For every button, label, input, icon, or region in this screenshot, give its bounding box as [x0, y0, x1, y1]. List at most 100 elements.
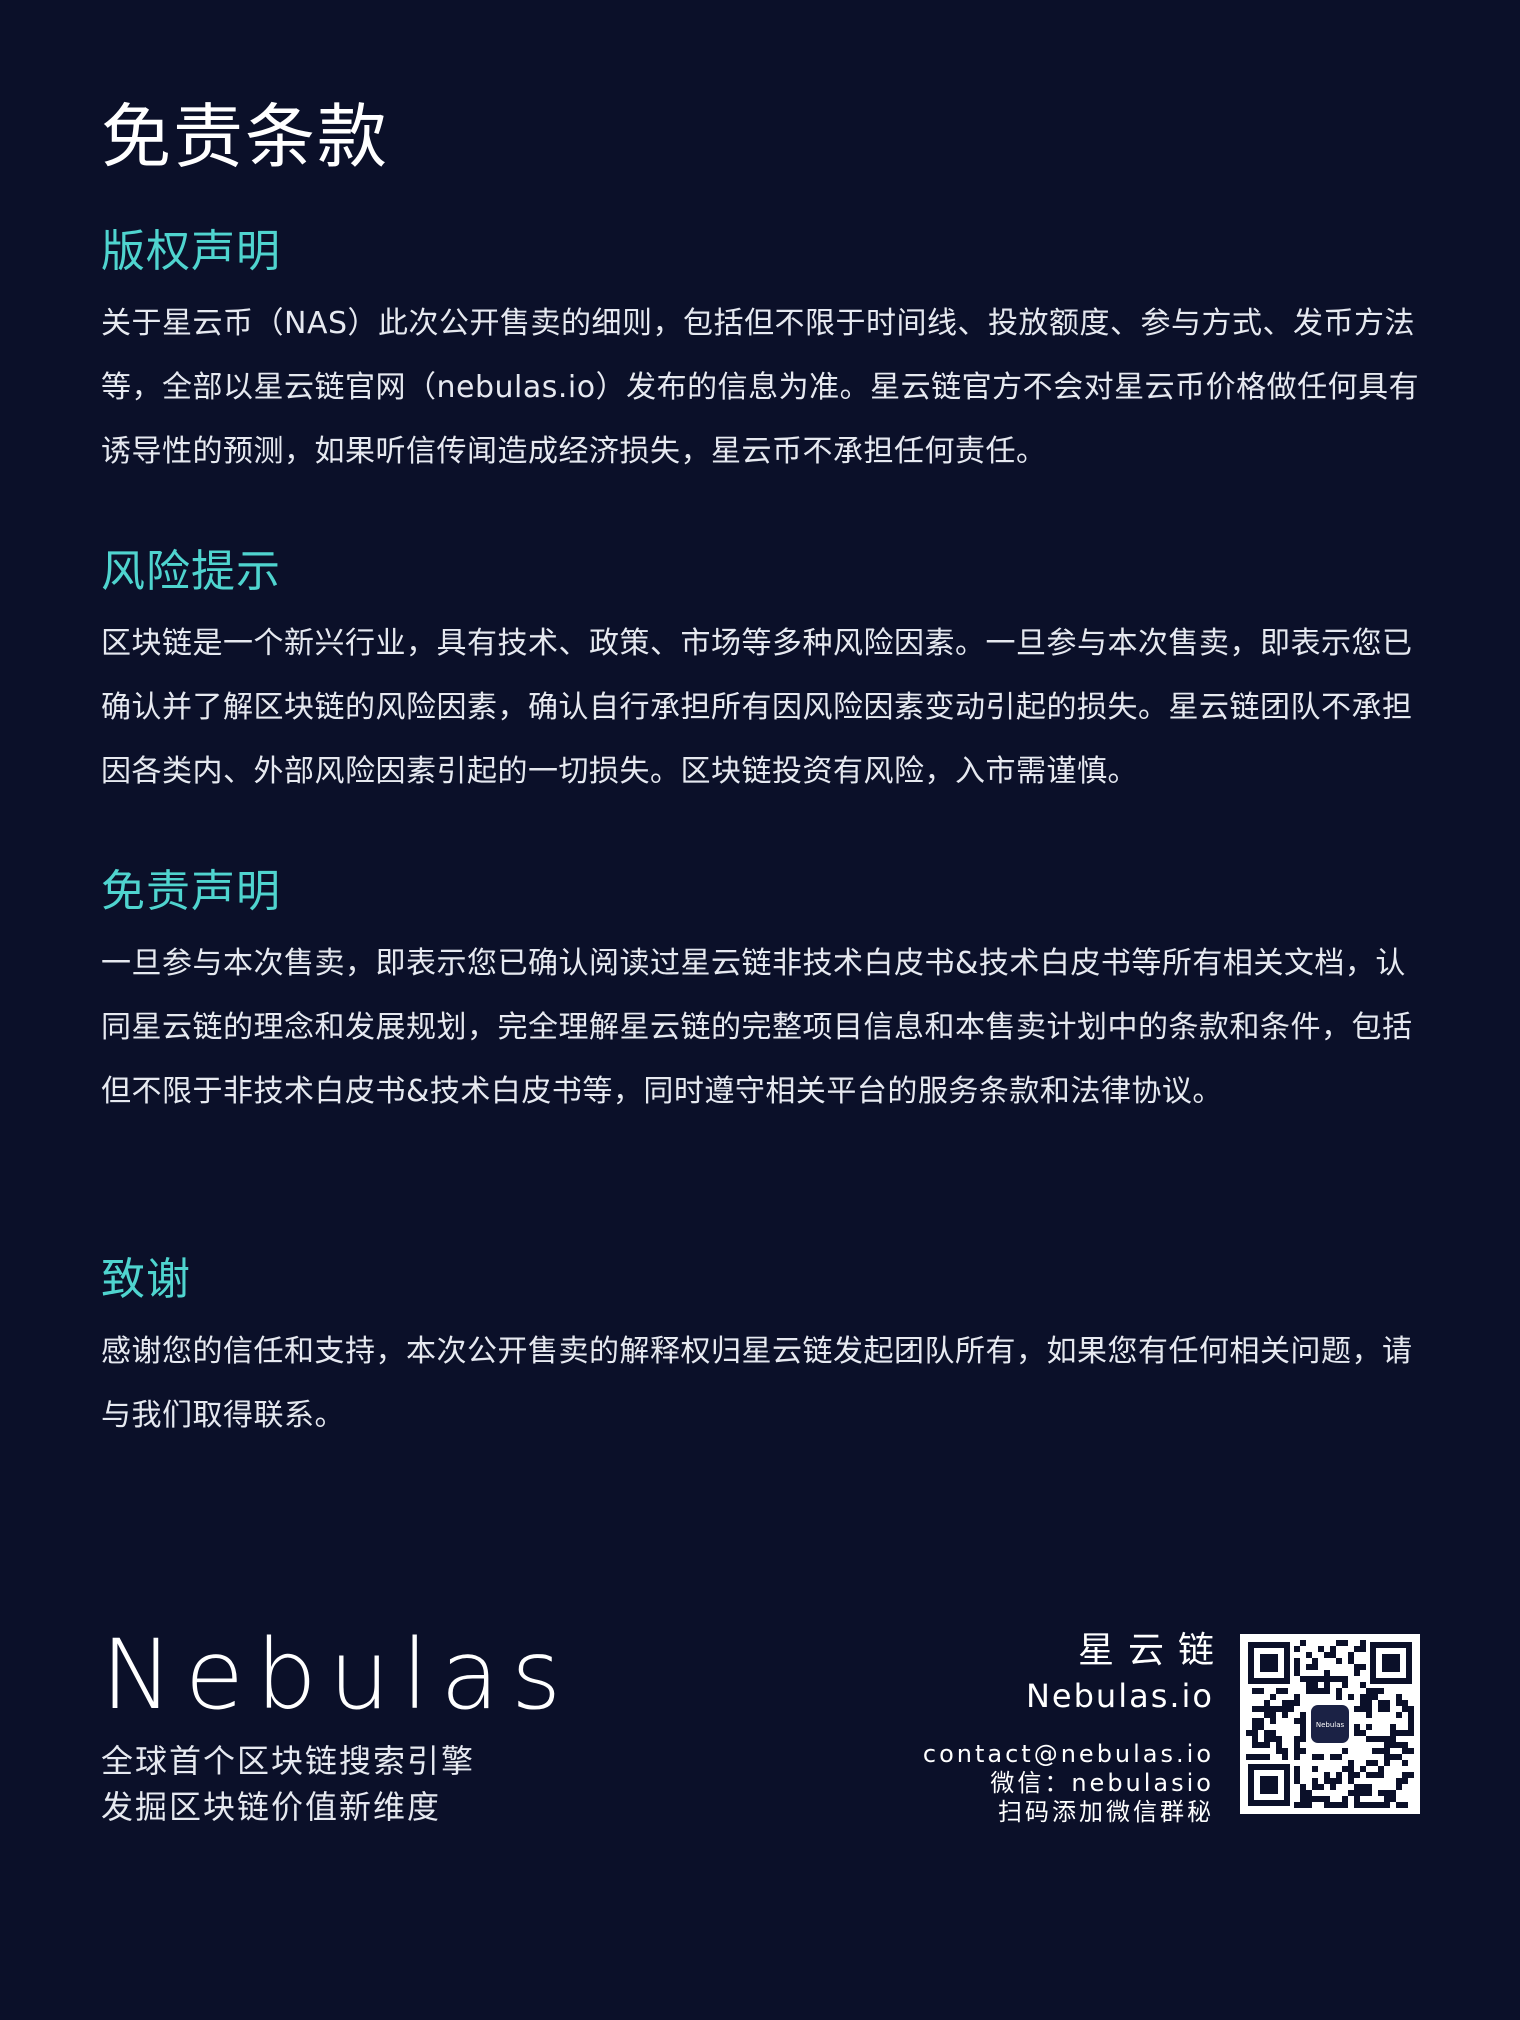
qr-module [1402, 1760, 1408, 1766]
qr-module [1300, 1640, 1306, 1646]
qr-module [1330, 1646, 1336, 1652]
qr-module [1312, 1796, 1318, 1802]
qr-module [1330, 1784, 1336, 1790]
qr-module [1258, 1718, 1264, 1724]
qr-module [1354, 1730, 1360, 1736]
qr-module [1402, 1772, 1408, 1778]
qr-code-icon[interactable]: Nebulas [1240, 1634, 1420, 1814]
qr-module [1300, 1730, 1306, 1736]
qr-module [1366, 1700, 1372, 1706]
qr-module [1378, 1688, 1384, 1694]
qr-module [1372, 1736, 1378, 1742]
qr-module [1294, 1742, 1300, 1748]
qr-module [1384, 1760, 1390, 1766]
qr-module [1294, 1754, 1300, 1760]
qr-module [1312, 1778, 1318, 1784]
section-body: 区块链是一个新兴行业，具有技术、政策、市场等多种风险因素。一旦参与本次售卖，即表… [101, 626, 1413, 789]
contact-wechat: 微信：nebulasio [990, 1769, 1214, 1797]
qr-module [1270, 1712, 1276, 1718]
qr-module [1366, 1712, 1372, 1718]
qr-module [1282, 1754, 1288, 1760]
qr-module [1390, 1790, 1396, 1796]
qr-module [1282, 1712, 1288, 1718]
qr-module [1354, 1664, 1360, 1670]
qr-module [1324, 1796, 1330, 1802]
qr-module [1306, 1802, 1312, 1808]
qr-module [1324, 1676, 1330, 1682]
qr-module [1318, 1646, 1324, 1652]
qr-module [1336, 1778, 1342, 1784]
qr-module [1396, 1802, 1402, 1808]
qr-module [1258, 1706, 1264, 1712]
qr-module [1330, 1802, 1336, 1808]
qr-module [1360, 1640, 1366, 1646]
qr-module [1300, 1718, 1306, 1724]
qr-module [1396, 1784, 1402, 1790]
qr-module [1360, 1790, 1366, 1796]
qr-module [1390, 1736, 1396, 1742]
brand-en-name: Nebulas.io [1025, 1677, 1214, 1715]
qr-module [1378, 1802, 1384, 1808]
qr-module [1360, 1694, 1366, 1700]
section-disclaimer: 免责声明 一旦参与本次售卖，即表示您已确认阅读过星云链非技术白皮书&技术白皮书等… [101, 862, 1421, 1124]
qr-module [1294, 1700, 1300, 1706]
qr-module [1270, 1694, 1276, 1700]
qr-module [1282, 1706, 1288, 1712]
qr-module [1348, 1658, 1354, 1664]
qr-module [1318, 1676, 1324, 1682]
qr-module [1354, 1772, 1360, 1778]
qr-module [1360, 1802, 1366, 1808]
qr-module [1264, 1730, 1270, 1736]
qr-module [1300, 1796, 1306, 1802]
qr-module [1354, 1706, 1360, 1712]
qr-module [1282, 1688, 1288, 1694]
qr-module [1360, 1706, 1366, 1712]
qr-module [1402, 1778, 1408, 1784]
qr-module [1276, 1706, 1282, 1712]
qr-center-label: Nebulas [1316, 1721, 1345, 1729]
qr-module [1396, 1730, 1402, 1736]
qr-module [1372, 1802, 1378, 1808]
qr-module [1408, 1712, 1414, 1718]
contact-email[interactable]: contact@nebulas.io [923, 1740, 1214, 1769]
qr-module [1324, 1670, 1330, 1676]
section-heading: 免责声明 [101, 866, 281, 917]
qr-module [1264, 1700, 1270, 1706]
qr-module [1276, 1742, 1282, 1748]
qr-module [1246, 1754, 1252, 1760]
qr-module [1294, 1718, 1300, 1724]
qr-module [1282, 1748, 1288, 1754]
qr-module [1336, 1688, 1342, 1694]
qr-module [1354, 1790, 1360, 1796]
section-body: 一旦参与本次售卖，即表示您已确认阅读过星云链非技术白皮书&技术白皮书等所有相关文… [101, 946, 1413, 1109]
qr-module [1378, 1736, 1384, 1742]
section-risk: 风险提示 区块链是一个新兴行业，具有技术、政策、市场等多种风险因素。一旦参与本次… [101, 542, 1421, 804]
qr-module [1396, 1742, 1402, 1748]
qr-module [1252, 1742, 1258, 1748]
qr-module [1396, 1700, 1402, 1706]
qr-module [1342, 1796, 1348, 1802]
qr-module [1252, 1730, 1258, 1736]
slogan-line: 发掘区块链价值新维度 [101, 1788, 442, 1826]
qr-module [1384, 1748, 1390, 1754]
qr-module [1324, 1682, 1330, 1688]
qr-module [1354, 1796, 1360, 1802]
qr-module [1282, 1700, 1288, 1706]
qr-module [1348, 1652, 1354, 1658]
qr-module [1312, 1784, 1318, 1790]
qr-module [1354, 1670, 1360, 1676]
qr-module [1354, 1646, 1360, 1652]
qr-module [1342, 1676, 1348, 1682]
qr-module [1336, 1754, 1342, 1760]
qr-module [1252, 1718, 1258, 1724]
section-copyright: 版权声明 关于星云币（NAS）此次公开售卖的细则，包括但不限于时间线、投放额度、… [101, 222, 1421, 484]
qr-module [1384, 1790, 1390, 1796]
qr-module [1318, 1784, 1324, 1790]
qr-module [1378, 1706, 1384, 1712]
qr-module [1408, 1724, 1414, 1730]
qr-module [1294, 1778, 1300, 1784]
qr-module [1384, 1706, 1390, 1712]
qr-module [1378, 1700, 1384, 1706]
qr-module [1408, 1772, 1414, 1778]
qr-module [1288, 1700, 1294, 1706]
